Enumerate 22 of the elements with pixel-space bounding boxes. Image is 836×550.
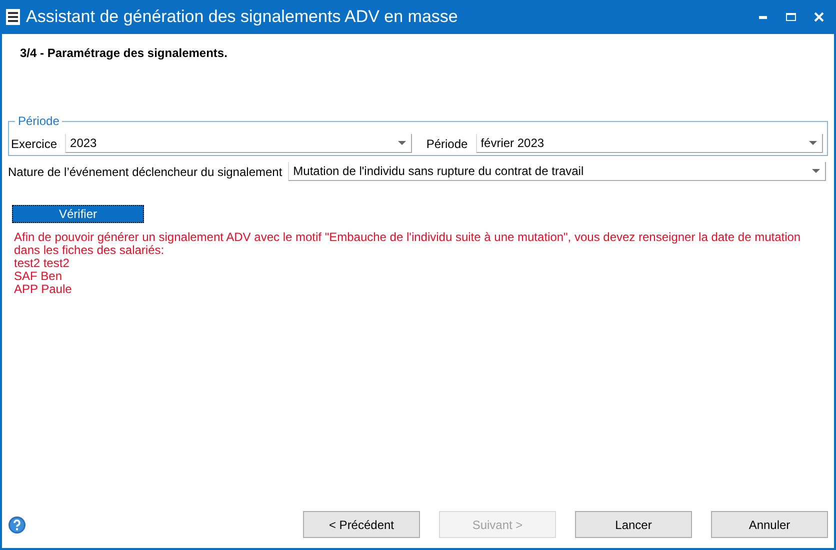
- window-title: Assistant de génération des signalements ADV en masse: [26, 7, 459, 27]
- field-label: Période: [426, 136, 468, 150]
- app-icon: [6, 9, 20, 25]
- wizard-button[interactable]: Lancer: [575, 511, 692, 538]
- warning-message: Afin de pouvoir générer un signalement ADV avec le motif "Embauche de l'individu suite à une mutation", vous devez renseigner la date de mutation dans les fiches des salariés:: [14, 231, 802, 257]
- year-dropdown[interactable]: 2023: [65, 134, 412, 153]
- step-title: 3/4 - Paramétrage des signalements.: [20, 46, 228, 60]
- help-icon[interactable]: [8, 516, 26, 534]
- period-dropdown[interactable]: février 2023: [476, 134, 824, 153]
- group-legend: Période: [15, 114, 62, 128]
- dropdown-arrow-icon[interactable]: [812, 169, 820, 173]
- field-label: Exercice: [11, 136, 58, 150]
- event-dropdown[interactable]: Mutation de l'individu sans rupture du contrat de travail: [288, 162, 826, 181]
- field-label: Nature de l’événement déclencheur du signalement: [8, 164, 282, 178]
- dropdown-arrow-icon[interactable]: [809, 141, 818, 145]
- wizard-button[interactable]: < Précédent: [303, 511, 420, 538]
- wizard-button[interactable]: Annuler: [711, 511, 828, 538]
- verify-button[interactable]: Vérifier: [12, 205, 144, 223]
- employee-name: APP Paule: [14, 283, 72, 296]
- employee-name: SAF Ben: [14, 270, 62, 283]
- dropdown-arrow-icon[interactable]: [398, 141, 406, 145]
- employee-name: test2 test2: [14, 257, 70, 270]
